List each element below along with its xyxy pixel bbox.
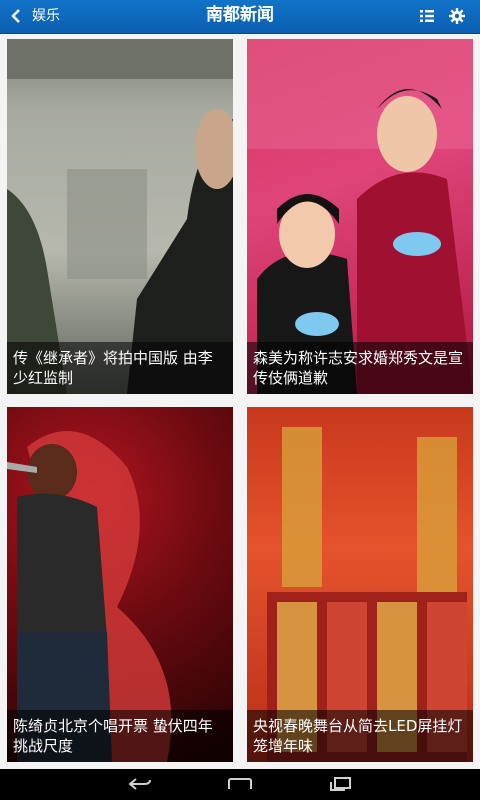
news-caption: 央视春晚舞台从简去LED屏挂灯笼增年味 [247,710,473,762]
news-card[interactable]: 传《继承者》将拍中国版 由李少红监制 [7,39,233,394]
news-card[interactable]: 央视春晚舞台从简去LED屏挂灯笼增年味 [247,407,473,762]
gear-icon[interactable] [448,7,466,25]
list-icon[interactable] [418,7,436,25]
news-caption: 森美为称许志安求婚郑秀文是宣传伎俩道歉 [247,342,473,394]
home-nav-icon[interactable] [226,774,254,794]
news-photo [7,407,233,762]
app-title: 南都新闻 [206,5,274,25]
news-grid: 传《继承者》将拍中国版 由李少红监制 森美为称许志安求婚郑秀文是宣传伎俩道歉 陈… [0,34,480,769]
news-photo [247,407,473,762]
recent-apps-icon[interactable] [326,774,354,794]
back-nav-icon[interactable] [126,774,154,794]
news-photo [7,39,233,394]
news-caption: 传《继承者》将拍中国版 由李少红监制 [7,342,233,394]
system-nav-bar [0,769,480,800]
app-bar: 娱乐 南都新闻 [0,0,480,34]
news-card[interactable]: 森美为称许志安求婚郑秀文是宣传伎俩道歉 [247,39,473,394]
news-card[interactable]: 陈绮贞北京个唱开票 蛰伏四年挑战尺度 [7,407,233,762]
news-photo [247,39,473,394]
news-caption: 陈绮贞北京个唱开票 蛰伏四年挑战尺度 [7,710,233,762]
